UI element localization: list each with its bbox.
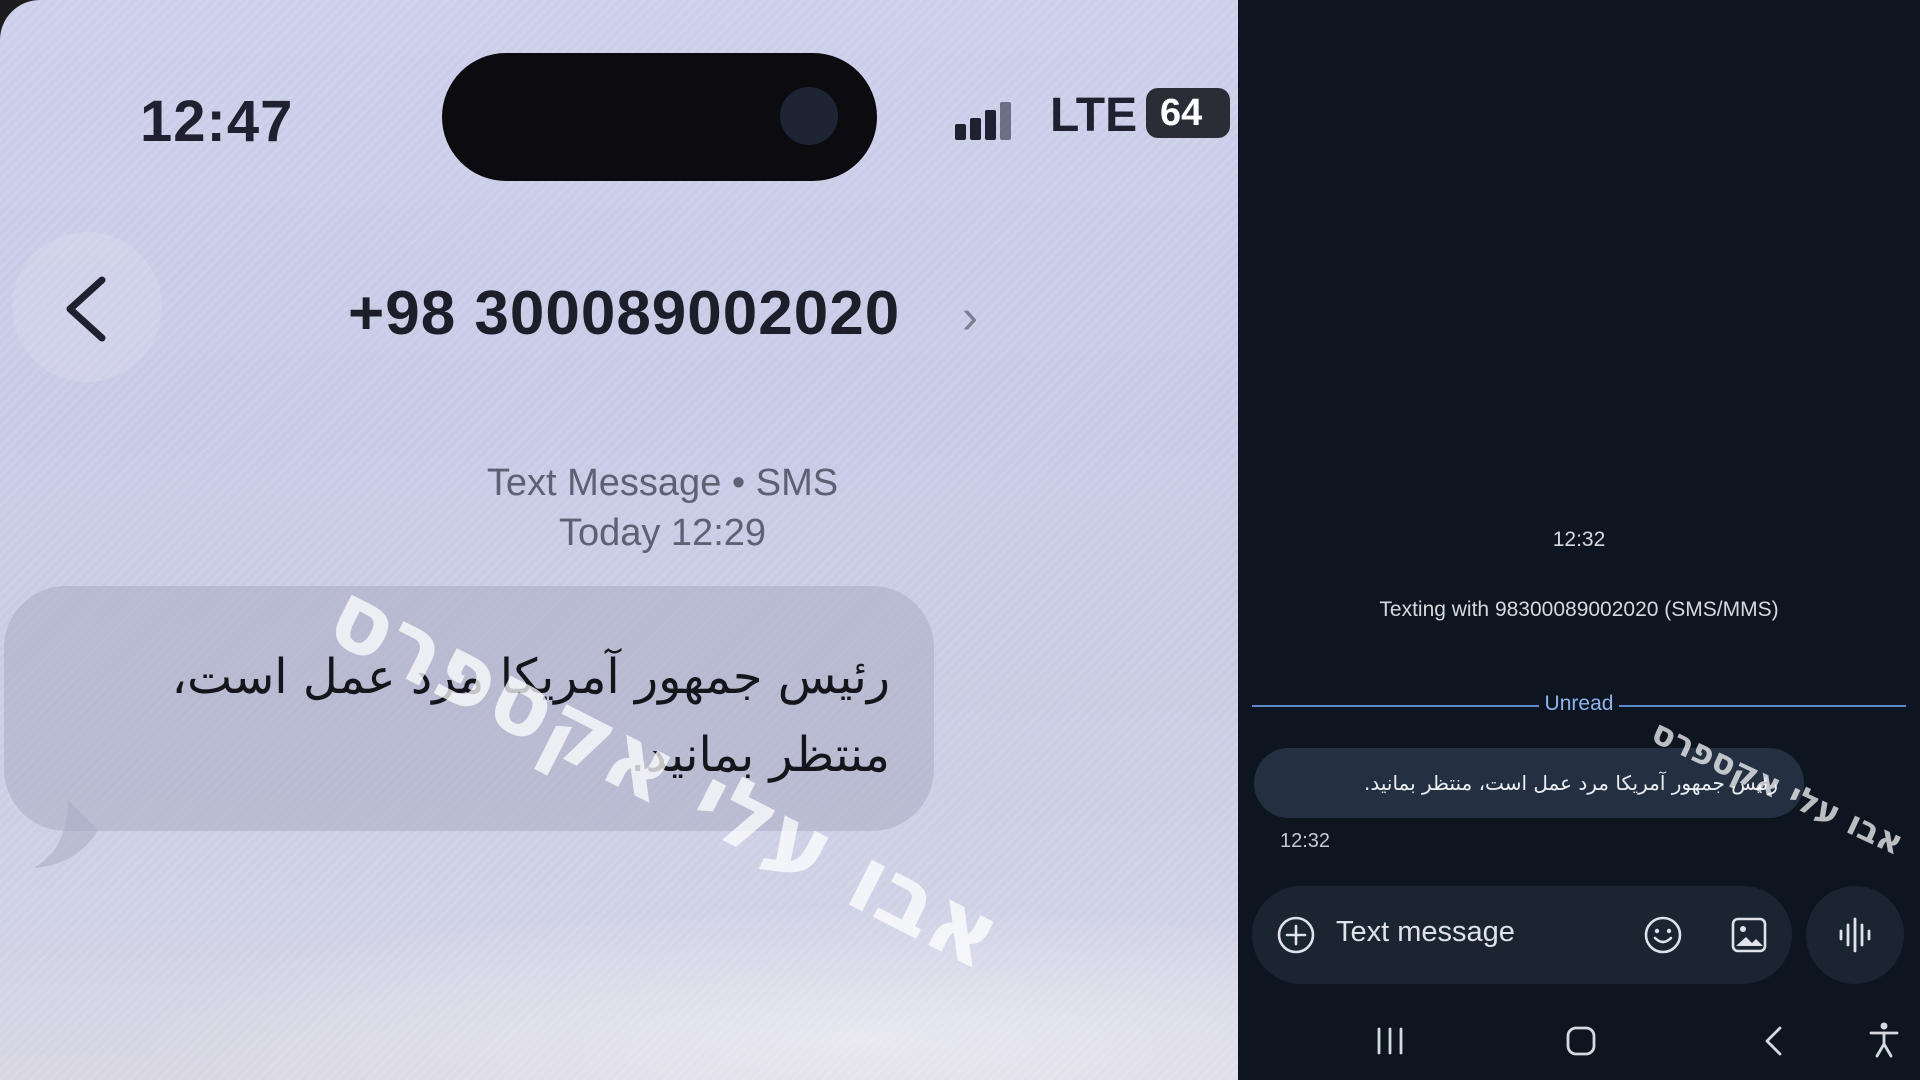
contact-number[interactable]: +98 300089002020 [348, 278, 900, 349]
home-icon[interactable] [1564, 1024, 1598, 1058]
input-placeholder[interactable]: Text message [1336, 916, 1515, 949]
back-chevron-icon[interactable] [60, 274, 120, 344]
dynamic-island [442, 53, 877, 181]
camera-icon [780, 87, 838, 145]
accessibility-icon[interactable] [1866, 1020, 1902, 1060]
voice-icon[interactable] [1834, 914, 1876, 956]
image-icon[interactable] [1730, 916, 1768, 954]
message-type-label: Text Message • SMS [486, 462, 839, 504]
bubble-tail [33, 800, 98, 868]
recents-icon[interactable] [1374, 1024, 1406, 1058]
plus-icon[interactable] [1276, 915, 1316, 955]
message-input-field[interactable] [1252, 886, 1792, 984]
message-timestamp: Today 12:29 [558, 512, 767, 554]
iphone-screenshot: 12:47 LTE 64 +98 300089002020 › Text Mes… [0, 0, 1238, 1080]
network-type: LTE [1050, 89, 1138, 142]
texting-with-label: Texting with 98300089002020 (SMS/MMS) [1379, 598, 1779, 621]
signal-icon [955, 96, 1025, 140]
back-icon[interactable] [1760, 1024, 1788, 1058]
unread-label: Unread [1538, 692, 1620, 715]
message-time: 12:32 [1280, 830, 1331, 852]
android-screenshot: 12:32 Texting with 98300089002020 (SMS/M… [1238, 0, 1920, 1080]
conversation-time: 12:32 [1552, 528, 1606, 551]
screen-glare [0, 880, 1238, 1080]
unread-divider: Unread [1252, 692, 1906, 720]
status-time: 12:47 [140, 89, 294, 154]
contact-chevron-icon[interactable]: › [962, 290, 978, 345]
emoji-icon[interactable] [1642, 914, 1684, 956]
battery-indicator: 64 [1146, 88, 1230, 138]
